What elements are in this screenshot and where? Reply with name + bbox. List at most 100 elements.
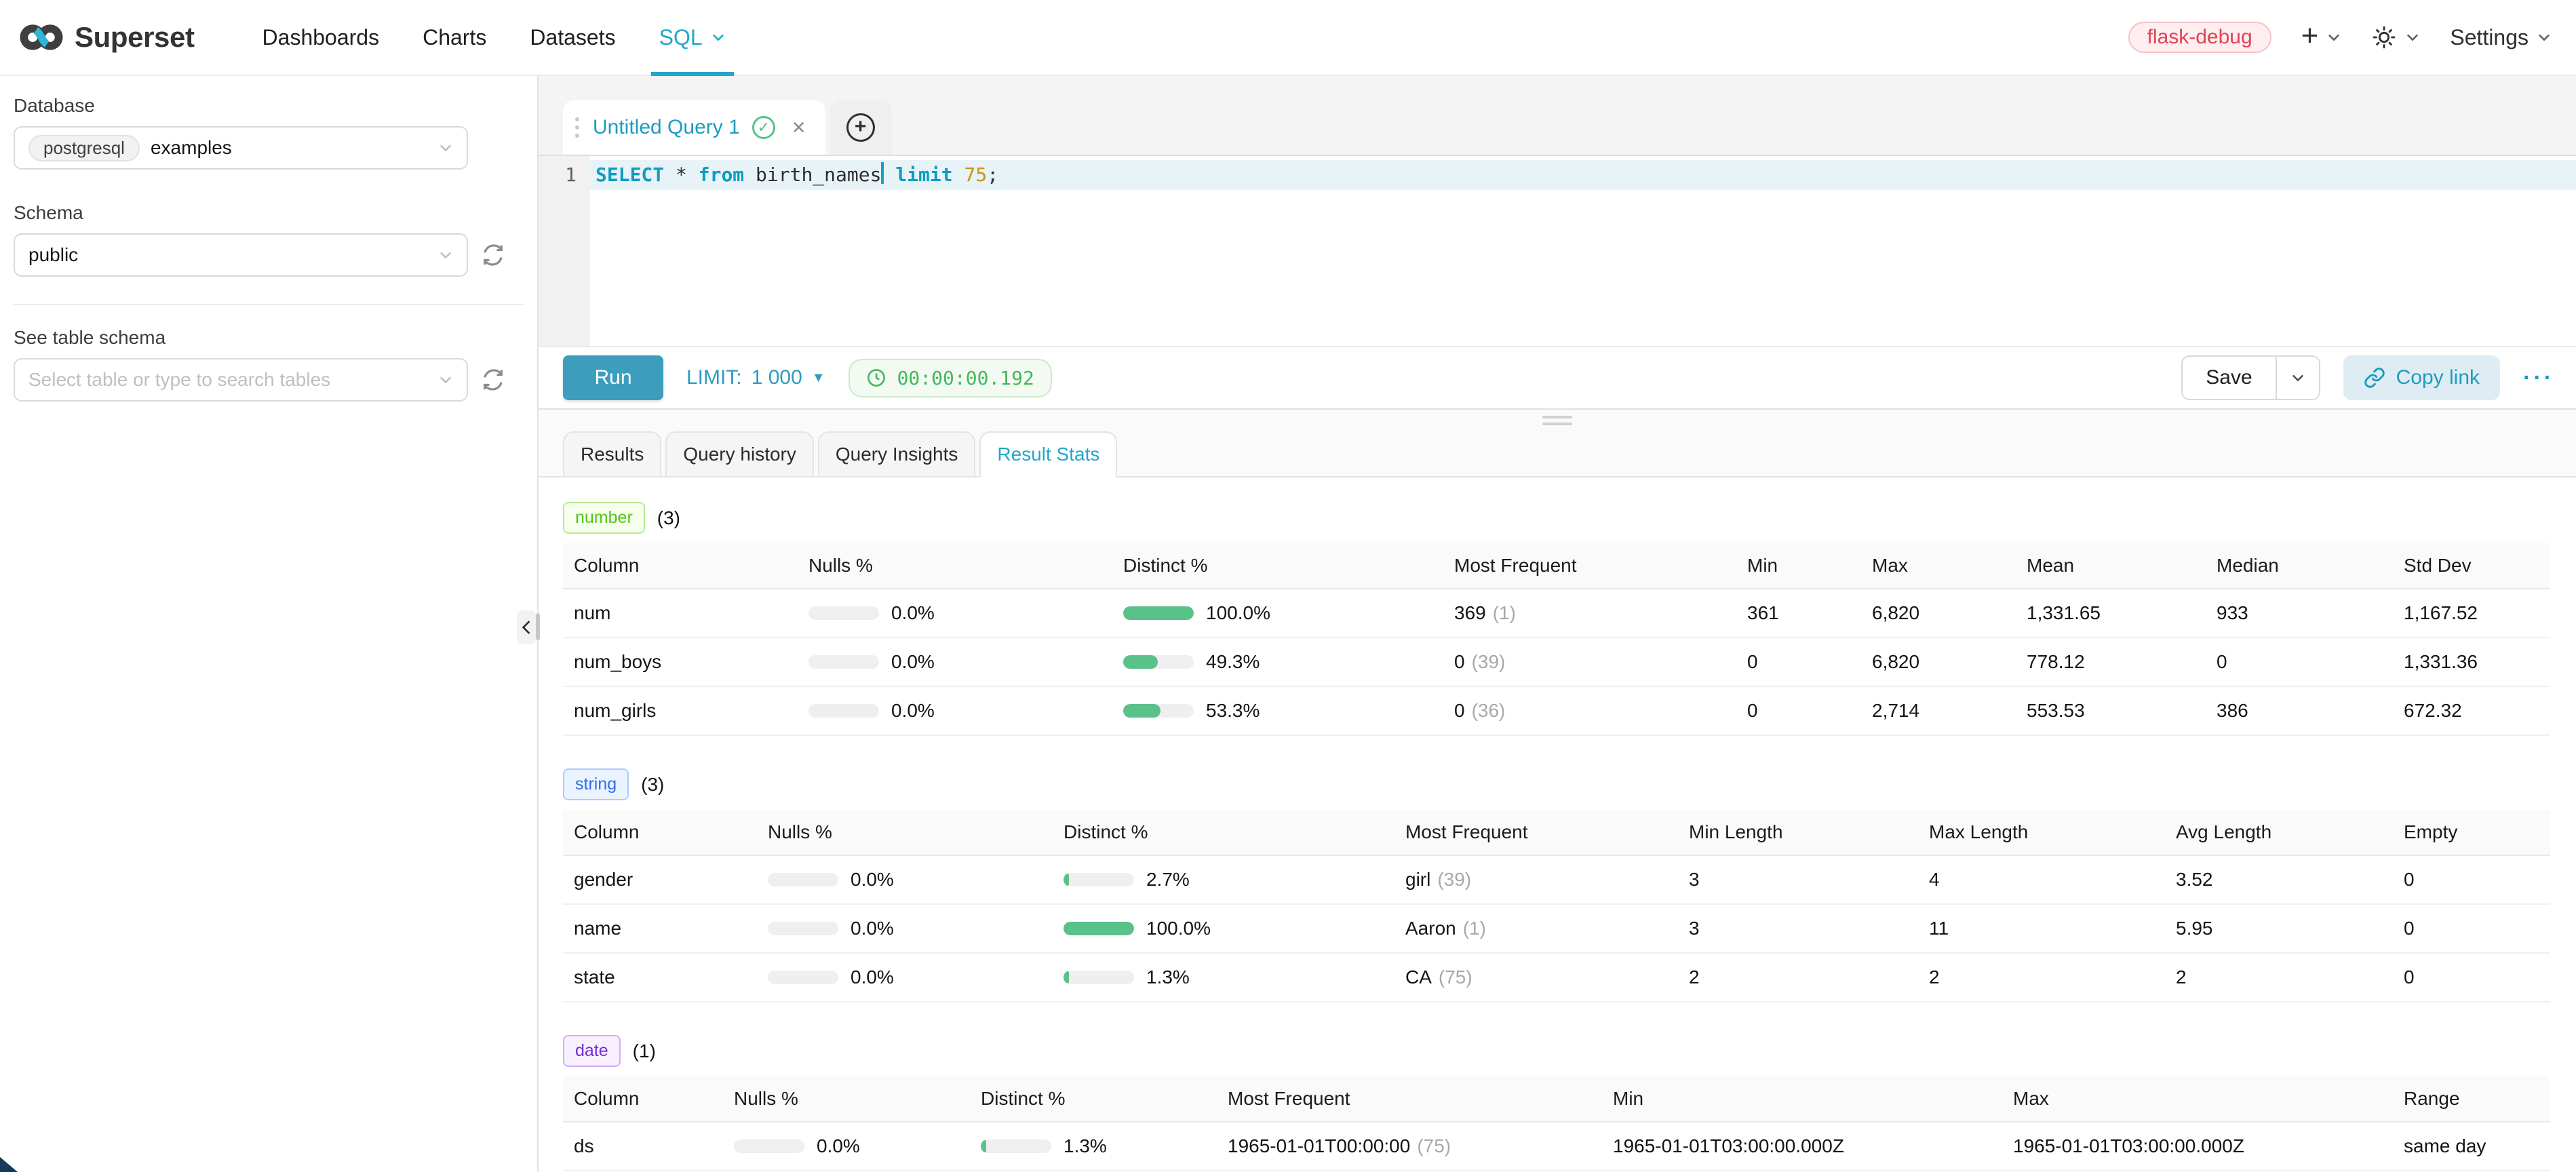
stats-row-name: name0.0%100.0%Aaron(1)3115.950 <box>563 905 2550 954</box>
database-type-tag: postgresql <box>28 135 140 161</box>
column-header-max-length: Max Length <box>1918 821 2165 843</box>
chevron-down-icon <box>2405 30 2420 45</box>
settings-menu[interactable]: Settings <box>2450 25 2552 50</box>
stat-value-cell: 6,820 <box>1861 602 2016 624</box>
result-tab-result-stats[interactable]: Result Stats <box>979 431 1117 477</box>
most-frequent-cell: 1965-01-01T00:00:00(75) <box>1217 1135 1602 1157</box>
most-frequent-cell: 369(1) <box>1443 602 1736 624</box>
stat-value-cell: 361 <box>1736 602 1861 624</box>
column-header-column: Column <box>563 821 757 843</box>
caret-down-icon: ▼ <box>812 370 825 386</box>
new-query-tab-button[interactable]: + <box>830 100 892 155</box>
stat-value-cell: 672.32 <box>2393 700 2549 722</box>
editor-code-area[interactable]: SELECT * from birth_names limit 75; <box>590 156 2576 346</box>
section-header: date(1) <box>563 1035 2550 1067</box>
result-tab-query-insights[interactable]: Query Insights <box>818 431 976 477</box>
table-header-row: ColumnNulls %Distinct %Most FrequentMinM… <box>563 1076 2550 1122</box>
database-select-value: examples <box>151 137 232 159</box>
nulls-pct-cell: 0.0% <box>757 966 1053 988</box>
most-frequent-cell: 0(39) <box>1443 651 1736 673</box>
progress-track <box>734 1139 804 1153</box>
column-header-max: Max <box>2002 1088 2393 1110</box>
distinct-pct-cell: 53.3% <box>1112 700 1443 722</box>
column-header-most-frequent: Most Frequent <box>1443 555 1736 577</box>
column-header-column: Column <box>563 1088 723 1110</box>
refresh-schemas-button[interactable] <box>482 243 505 267</box>
progress-track <box>1123 704 1194 718</box>
refresh-icon <box>482 243 505 267</box>
progress-track <box>1123 655 1194 669</box>
column-header-min: Min <box>1602 1088 2002 1110</box>
column-header-max: Max <box>1861 555 2016 577</box>
column-name-cell: num_girls <box>563 700 798 722</box>
column-header-distinct-: Distinct % <box>1053 821 1394 843</box>
result-tab-results[interactable]: Results <box>563 431 661 477</box>
resize-handle[interactable] <box>539 410 2576 431</box>
sql-code-line[interactable]: SELECT * from birth_names limit 75; <box>590 160 2576 190</box>
stat-value-cell: 553.53 <box>2016 700 2206 722</box>
nav-item-sql[interactable]: SQL <box>638 0 747 75</box>
section-header: string(3) <box>563 768 2550 800</box>
nav-item-datasets[interactable]: Datasets <box>508 0 637 75</box>
stat-value-cell: 1965-01-01T03:00:00.000Z <box>2002 1135 2393 1157</box>
most-frequent-cell: girl(39) <box>1394 869 1678 891</box>
column-header-avg-length: Avg Length <box>2165 821 2393 843</box>
table-select[interactable]: Select table or type to search tables <box>14 358 468 402</box>
theme-toggle[interactable] <box>2371 24 2420 50</box>
refresh-tables-button[interactable] <box>482 368 505 391</box>
run-button[interactable]: Run <box>563 355 663 400</box>
close-tab-icon[interactable]: ✕ <box>792 117 806 138</box>
progress-track <box>808 606 879 620</box>
copy-link-button[interactable]: Copy link <box>2343 355 2500 400</box>
new-item-button[interactable]: + <box>2301 24 2342 51</box>
save-options-button[interactable] <box>2276 357 2319 399</box>
superset-infinity-icon <box>19 23 64 52</box>
stat-value-cell: 5.95 <box>2165 918 2393 939</box>
type-tag-number: number <box>563 502 645 534</box>
save-button[interactable]: Save <box>2183 357 2275 399</box>
query-tab[interactable]: Untitled Query 1 ✓ ✕ <box>563 100 825 155</box>
progress-track <box>768 873 838 886</box>
chevron-down-icon <box>438 372 453 387</box>
chevron-down-icon <box>438 248 453 262</box>
result-tab-query-history[interactable]: Query history <box>665 431 814 477</box>
stat-value-cell: 2,714 <box>1861 700 2016 722</box>
stat-value-cell: 6,820 <box>1861 651 2016 673</box>
stat-value-cell: 3 <box>1678 918 1918 939</box>
distinct-pct-cell: 1.3% <box>970 1135 1217 1157</box>
result-stats-content: number (3) ColumnNulls %Distinct %Most Fre… <box>539 477 2576 1172</box>
stats-row-num-boys: num_boys0.0%49.3%0(39)06,820778.1201,331… <box>563 638 2550 687</box>
progress-track <box>768 971 838 984</box>
superset-logo[interactable]: Superset <box>19 0 195 75</box>
drag-handle-icon[interactable] <box>575 117 579 138</box>
stat-value-cell: 2 <box>1678 966 1918 988</box>
column-header-distinct-: Distinct % <box>970 1088 1217 1110</box>
nav-item-dashboards[interactable]: Dashboards <box>241 0 402 75</box>
limit-dropdown[interactable]: LIMIT: 1 000 ▼ <box>686 366 825 389</box>
results-tab-bar: ResultsQuery historyQuery InsightsResult… <box>539 431 2576 477</box>
plus-icon: + <box>2301 21 2319 51</box>
sql-editor[interactable]: 1 SELECT * from birth_names limit 75; <box>539 156 2576 346</box>
stat-value-cell: 1,167.52 <box>2393 602 2549 624</box>
collapse-sidebar-button[interactable] <box>517 610 536 644</box>
environment-badge: flask-debug <box>2128 22 2271 53</box>
type-tag-date: date <box>563 1035 621 1067</box>
navbar: Superset DashboardsChartsDatasetsSQL fla… <box>0 0 2576 76</box>
progress-track <box>768 922 838 935</box>
more-actions-button[interactable]: ··· <box>2523 365 2554 391</box>
schema-select-value: public <box>28 244 78 266</box>
nulls-pct-cell: 0.0% <box>798 700 1112 722</box>
column-name-cell: state <box>563 966 757 988</box>
column-header-range: Range <box>2393 1088 2549 1110</box>
nav-item-charts[interactable]: Charts <box>401 0 508 75</box>
database-select[interactable]: postgresql examples <box>14 126 468 170</box>
nulls-pct-cell: 0.0% <box>798 651 1112 673</box>
stat-value-cell: 2 <box>1918 966 2165 988</box>
stat-value-cell: 3 <box>1678 869 1918 891</box>
database-label: Database <box>14 95 524 117</box>
stats-section-date: date(1) ColumnNulls %Distinct %Most Frequ… <box>563 1035 2550 1171</box>
schema-select[interactable]: public <box>14 233 468 277</box>
column-count: (3) <box>641 774 664 796</box>
chevron-down-icon <box>2326 30 2341 45</box>
panel-resizer[interactable] <box>536 613 540 640</box>
